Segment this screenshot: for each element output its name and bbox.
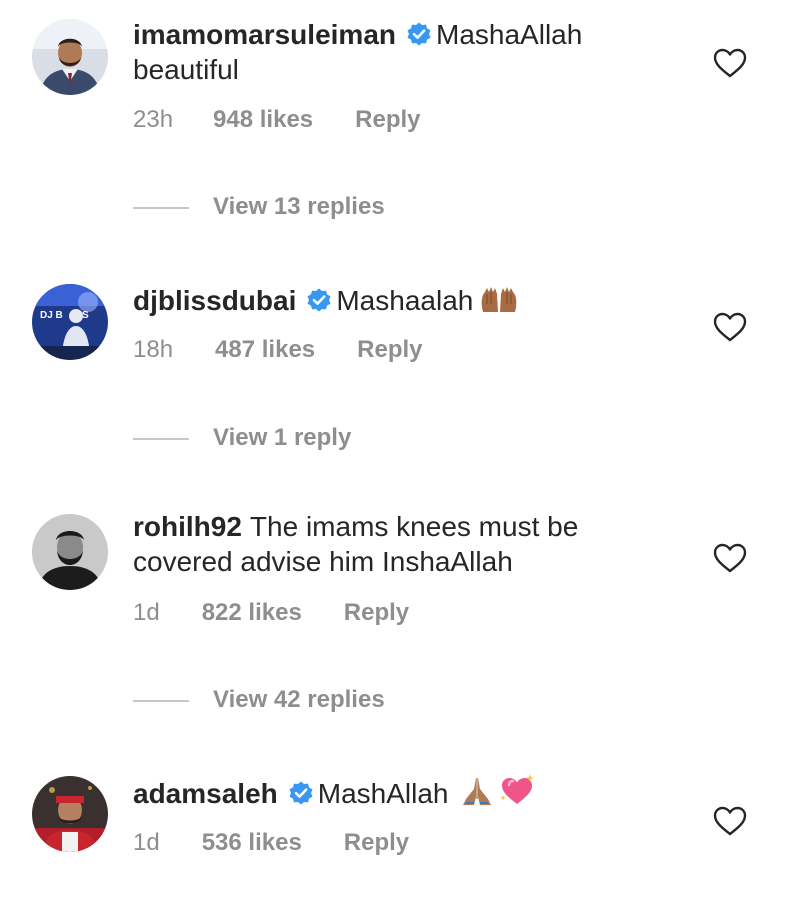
sparkling-heart-icon: [498, 773, 536, 815]
avatar[interactable]: [32, 19, 108, 95]
heart-icon[interactable]: [713, 311, 747, 343]
view-replies-label: View 13 replies: [213, 193, 385, 220]
username[interactable]: imamomarsuleiman: [133, 19, 396, 50]
view-replies-label: View 1 reply: [213, 424, 352, 451]
avatar[interactable]: DJ B S: [32, 284, 108, 360]
view-replies-button[interactable]: View 13 replies: [133, 193, 385, 221]
likes-count[interactable]: 487 likes: [215, 336, 315, 364]
comment-meta: 1d 536 likes Reply: [133, 829, 409, 857]
username[interactable]: djblissdubai: [133, 285, 296, 316]
divider-line: [133, 437, 189, 440]
comment-text: djblissdubai Mashaalah: [133, 283, 673, 322]
view-replies-button[interactable]: View 42 replies: [133, 686, 385, 714]
likes-count[interactable]: 948 likes: [213, 106, 313, 134]
raised-hands-icon: [479, 284, 519, 322]
view-replies-label: View 42 replies: [213, 686, 385, 713]
svg-text:S: S: [82, 310, 89, 321]
comment-text: rohilh92 The imams knees must be covered …: [133, 509, 673, 579]
verified-badge-icon: [288, 780, 314, 806]
divider-line: [133, 206, 189, 209]
reply-button[interactable]: Reply: [355, 106, 420, 134]
divider-line: [133, 699, 189, 702]
heart-icon[interactable]: [713, 805, 747, 837]
view-replies-button[interactable]: View 1 reply: [133, 424, 351, 452]
timestamp: 1d: [133, 599, 160, 626]
heart-icon[interactable]: [713, 542, 747, 574]
svg-text:DJ B: DJ B: [40, 310, 63, 321]
comment-meta: 23h 948 likes Reply: [133, 106, 421, 134]
heart-icon[interactable]: [713, 47, 747, 79]
comment-meta: 18h 487 likes Reply: [133, 336, 423, 364]
comment-text: imamomarsuleiman MashaAllah beautiful: [133, 17, 673, 87]
folded-hands-icon: [460, 775, 494, 815]
avatar[interactable]: [32, 514, 108, 590]
comment-text: adamsaleh MashAllah: [133, 773, 673, 815]
username[interactable]: rohilh92: [133, 511, 242, 542]
reply-button[interactable]: Reply: [344, 829, 409, 857]
username[interactable]: adamsaleh: [133, 778, 278, 809]
timestamp: 1d: [133, 829, 160, 856]
verified-badge-icon: [306, 287, 332, 313]
reply-button[interactable]: Reply: [344, 599, 409, 627]
reply-button[interactable]: Reply: [357, 336, 422, 364]
verified-badge-icon: [406, 21, 432, 47]
avatar[interactable]: [32, 776, 108, 852]
comment-meta: 1d 822 likes Reply: [133, 599, 409, 627]
timestamp: 23h: [133, 106, 174, 133]
timestamp: 18h: [133, 336, 174, 363]
comment-body: MashAllah: [317, 778, 449, 809]
likes-count[interactable]: 822 likes: [202, 599, 302, 627]
comment-body: Mashaalah: [336, 285, 474, 316]
likes-count[interactable]: 536 likes: [202, 829, 302, 857]
